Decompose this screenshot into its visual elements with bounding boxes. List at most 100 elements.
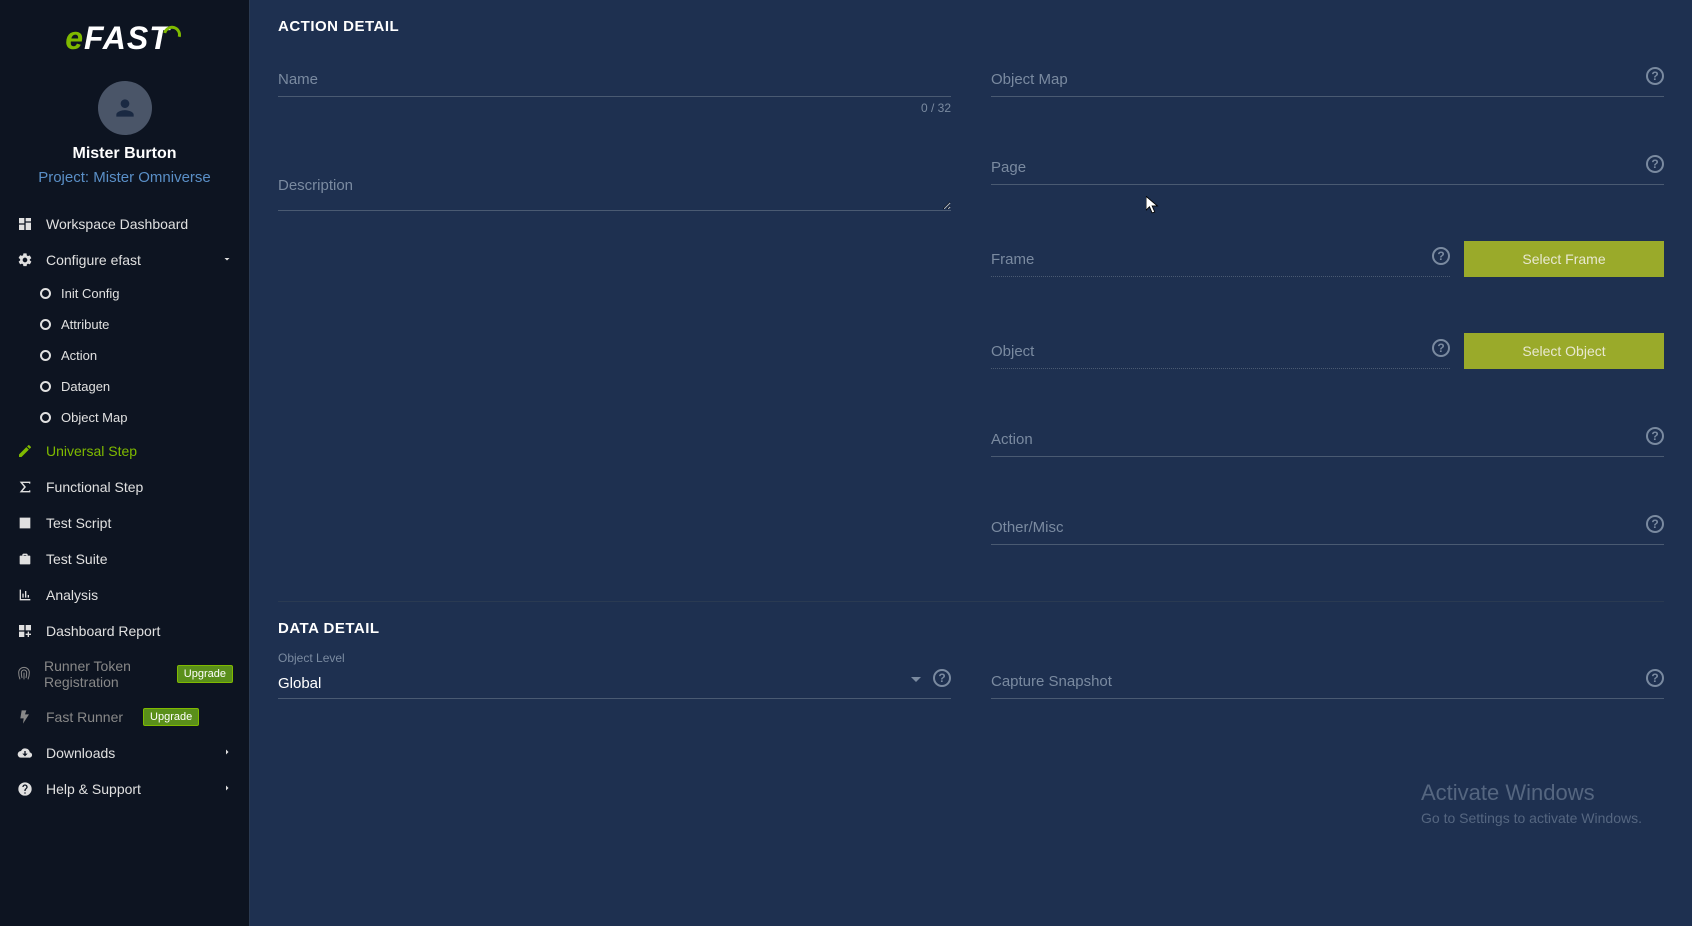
select-object-button[interactable]: Select Object xyxy=(1464,333,1664,369)
textarea-description[interactable] xyxy=(278,171,951,211)
sidebar-item-label: Init Config xyxy=(61,286,120,301)
section-title-action-detail: ACTION DETAIL xyxy=(278,18,1664,35)
sidebar-item-label: Help & Support xyxy=(46,781,141,797)
sidebar-item-label: Configure efast xyxy=(46,252,141,268)
field-page: Page ? xyxy=(991,153,1664,185)
field-other-misc: Other/Misc ? xyxy=(991,513,1664,545)
help-icon[interactable]: ? xyxy=(933,669,951,687)
upgrade-badge[interactable]: Upgrade xyxy=(143,708,199,726)
sidebar-sub-init-config[interactable]: Init Config xyxy=(0,278,249,309)
sidebar-item-label: Test Script xyxy=(46,515,111,531)
input-name[interactable] xyxy=(278,65,951,97)
sidebar-item-label: Action xyxy=(61,348,97,363)
sidebar-item-label: Runner Token Registration xyxy=(44,658,157,690)
sidebar-item-label: Datagen xyxy=(61,379,110,394)
sidebar-item-runner-token[interactable]: Runner Token Registration Upgrade xyxy=(0,649,249,699)
sidebar-sub-object-map[interactable]: Object Map xyxy=(0,402,249,433)
field-object: Object ? Select Object xyxy=(991,333,1664,369)
sidebar-item-help-support[interactable]: Help & Support xyxy=(0,771,249,807)
sidebar-item-label: Downloads xyxy=(46,745,115,761)
sidebar-sub-action[interactable]: Action xyxy=(0,340,249,371)
section-title-data-detail: DATA DETAIL xyxy=(278,620,1664,637)
input-other-misc[interactable] xyxy=(991,513,1664,545)
sidebar-item-label: Attribute xyxy=(61,317,109,332)
logo: eFAST xyxy=(0,20,249,57)
person-icon xyxy=(112,95,138,121)
logo-e: e xyxy=(65,20,84,56)
nav: Workspace Dashboard Configure efast Init… xyxy=(0,206,249,926)
sidebar-item-dashboard-report[interactable]: Dashboard Report xyxy=(0,613,249,649)
sidebar-item-downloads[interactable]: Downloads xyxy=(0,735,249,771)
input-object-map[interactable] xyxy=(991,65,1664,97)
sidebar-item-test-script[interactable]: Test Script xyxy=(0,505,249,541)
sidebar-item-label: Test Suite xyxy=(46,551,107,567)
gear-icon xyxy=(16,251,34,269)
suitcase-icon xyxy=(16,550,34,568)
input-page[interactable] xyxy=(991,153,1664,185)
sidebar: eFAST Mister Burton Project: Mister Omni… xyxy=(0,0,250,926)
chevron-right-icon xyxy=(221,745,233,761)
sidebar-sub-datagen[interactable]: Datagen xyxy=(0,371,249,402)
bullet-icon xyxy=(40,319,51,330)
help-icon[interactable]: ? xyxy=(1646,669,1664,687)
list-icon xyxy=(16,514,34,532)
sidebar-item-label: Analysis xyxy=(46,587,98,603)
sidebar-item-label: Workspace Dashboard xyxy=(46,216,188,232)
project-name: Project: Mister Omniverse xyxy=(0,169,249,186)
grid-plus-icon xyxy=(16,622,34,640)
label-object-level: Object Level xyxy=(278,651,345,665)
field-frame: Frame ? Select Frame xyxy=(991,241,1664,277)
field-action: Action ? xyxy=(991,425,1664,457)
input-object[interactable] xyxy=(991,337,1450,369)
char-count-name: 0 / 32 xyxy=(278,101,951,115)
edit-icon xyxy=(16,442,34,460)
help-icon[interactable]: ? xyxy=(1432,339,1450,357)
avatar[interactable] xyxy=(98,81,152,135)
select-object-level[interactable] xyxy=(278,667,951,699)
sidebar-item-label: Universal Step xyxy=(46,443,137,459)
field-object-map: Object Map ? xyxy=(991,65,1664,97)
help-icon[interactable]: ? xyxy=(1646,515,1664,533)
bullet-icon xyxy=(40,412,51,423)
sidebar-item-workspace-dashboard[interactable]: Workspace Dashboard xyxy=(0,206,249,242)
input-action[interactable] xyxy=(991,425,1664,457)
sidebar-item-label: Fast Runner xyxy=(46,709,123,725)
user-name: Mister Burton xyxy=(0,145,249,163)
chart-icon xyxy=(16,586,34,604)
sigma-icon xyxy=(16,478,34,496)
help-icon xyxy=(16,780,34,798)
bullet-icon xyxy=(40,381,51,392)
sidebar-item-label: Dashboard Report xyxy=(46,623,160,639)
sidebar-item-analysis[interactable]: Analysis xyxy=(0,577,249,613)
sidebar-item-functional-step[interactable]: Functional Step xyxy=(0,469,249,505)
dashboard-icon xyxy=(16,215,34,233)
bolt-icon xyxy=(16,708,34,726)
fingerprint-icon xyxy=(16,665,32,683)
logo-fast: FAST xyxy=(84,20,170,56)
sidebar-item-label: Object Map xyxy=(61,410,127,425)
field-description: Description xyxy=(278,171,951,216)
input-frame[interactable] xyxy=(991,245,1450,277)
chevron-right-icon xyxy=(221,781,233,797)
main-content: ACTION DETAIL Name 0 / 32 Description Ob… xyxy=(250,0,1692,926)
sidebar-item-universal-step[interactable]: Universal Step xyxy=(0,433,249,469)
cloud-download-icon xyxy=(16,744,34,762)
chevron-down-icon xyxy=(911,677,921,682)
help-icon[interactable]: ? xyxy=(1646,427,1664,445)
field-object-level: Object Level ? xyxy=(278,667,951,699)
help-icon[interactable]: ? xyxy=(1646,67,1664,85)
select-frame-button[interactable]: Select Frame xyxy=(1464,241,1664,277)
bullet-icon xyxy=(40,350,51,361)
bullet-icon xyxy=(40,288,51,299)
sidebar-sub-attribute[interactable]: Attribute xyxy=(0,309,249,340)
divider xyxy=(278,601,1664,602)
sidebar-item-label: Functional Step xyxy=(46,479,143,495)
help-icon[interactable]: ? xyxy=(1646,155,1664,173)
upgrade-badge[interactable]: Upgrade xyxy=(177,665,233,683)
sidebar-item-test-suite[interactable]: Test Suite xyxy=(0,541,249,577)
input-capture-snapshot[interactable] xyxy=(991,667,1664,699)
sidebar-item-configure-efast[interactable]: Configure efast xyxy=(0,242,249,278)
help-icon[interactable]: ? xyxy=(1432,247,1450,265)
sidebar-item-fast-runner[interactable]: Fast Runner Upgrade xyxy=(0,699,249,735)
field-capture-snapshot: Capture Snapshot ? xyxy=(991,667,1664,699)
